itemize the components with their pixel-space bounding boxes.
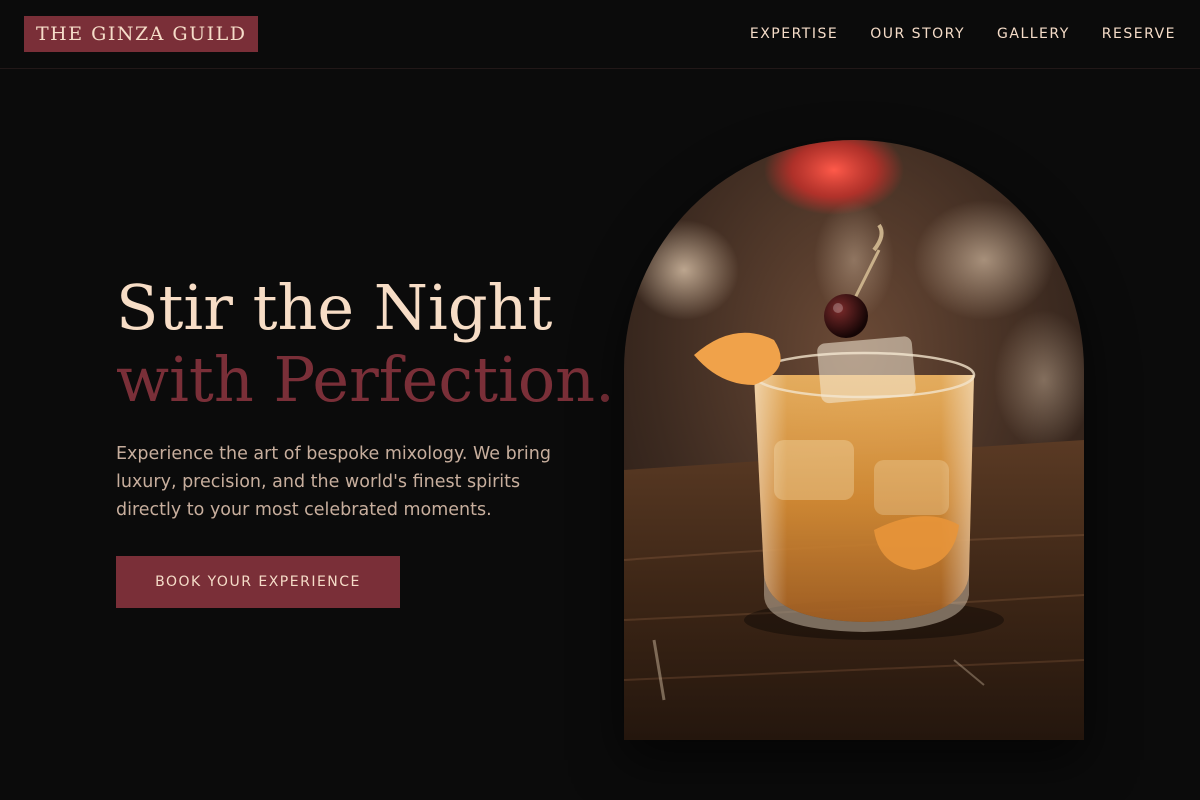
- nav-item-our-story[interactable]: OUR STORY: [870, 24, 965, 44]
- main-nav: EXPERTISE OUR STORY GALLERY RESERVE: [750, 24, 1176, 44]
- hero-cocktail-image: [624, 140, 1084, 740]
- nav-item-expertise[interactable]: EXPERTISE: [750, 24, 838, 44]
- hero-title: Stir the Night with Perfection.: [116, 272, 615, 416]
- book-experience-button[interactable]: BOOK YOUR EXPERIENCE: [116, 556, 400, 608]
- hero-title-line1: Stir the Night: [116, 271, 553, 344]
- nav-item-reserve[interactable]: RESERVE: [1102, 24, 1176, 44]
- nav-item-gallery[interactable]: GALLERY: [997, 24, 1070, 44]
- cocktail-illustration: [624, 140, 1084, 740]
- hero-title-line2: with Perfection.: [116, 343, 615, 416]
- site-header: THE GINZA GUILD EXPERTISE OUR STORY GALL…: [0, 0, 1200, 69]
- hero-description: Experience the art of bespoke mixology. …: [116, 444, 551, 520]
- brand-logo[interactable]: THE GINZA GUILD: [24, 16, 259, 52]
